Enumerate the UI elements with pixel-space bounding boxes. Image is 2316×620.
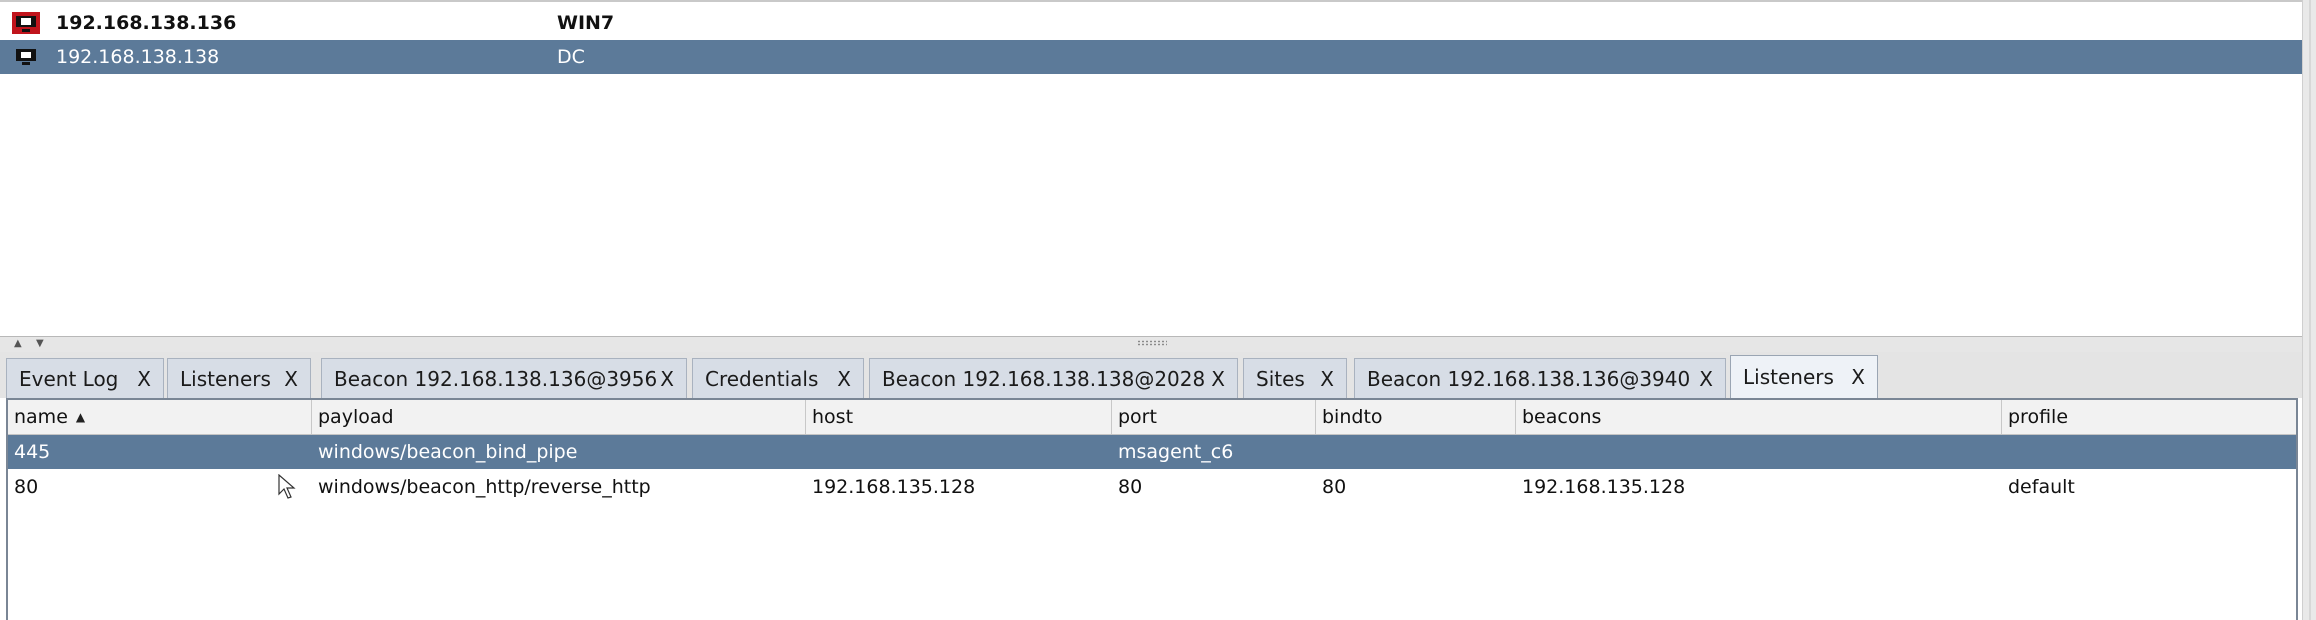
cell-host: [806, 435, 812, 469]
cell-port: 80: [1118, 476, 1143, 498]
column-header-payload[interactable]: payload: [312, 400, 806, 434]
table-header: name ▲ payload host port bindto beacons p…: [8, 400, 2296, 435]
table-row[interactable]: 445 windows/beacon_bind_pipe msagent_c6: [8, 435, 2296, 469]
tab-strip: Event Log X Listeners X Beacon 192.168.1…: [0, 352, 2302, 398]
cell-name: 445: [14, 441, 51, 463]
column-header-bindto[interactable]: bindto: [1316, 400, 1516, 434]
session-computer: WIN7: [557, 12, 615, 34]
cell-beacons: [1516, 435, 1522, 469]
cell-payload: windows/beacon_http/reverse_http: [318, 476, 651, 498]
vertical-scrollbar[interactable]: [2302, 0, 2316, 620]
sort-ascending-icon: ▲: [75, 410, 86, 424]
tab-label: Listeners: [1743, 365, 1834, 389]
tab-beacon[interactable]: Beacon 192.168.138.136@3940 X: [1354, 358, 1726, 398]
tab-close-button[interactable]: X: [1851, 365, 1865, 389]
tab-beacon[interactable]: Beacon 192.168.138.136@3956 X: [321, 358, 687, 398]
cell-bindto: [1316, 435, 1322, 469]
tab-event-log[interactable]: Event Log X: [6, 358, 164, 398]
cell-payload: windows/beacon_bind_pipe: [318, 441, 578, 463]
cell-profile: [2002, 435, 2008, 469]
tab-credentials[interactable]: Credentials X: [692, 358, 864, 398]
column-header-name[interactable]: name ▲: [8, 400, 312, 434]
tab-close-button[interactable]: X: [284, 367, 298, 391]
tab-close-button[interactable]: X: [137, 367, 151, 391]
cell-bindto: 80: [1322, 476, 1347, 498]
tab-label: Event Log: [19, 366, 119, 391]
cell-profile: default: [2008, 476, 2075, 498]
mouse-pointer-icon: [278, 474, 296, 499]
listeners-table: name ▲ payload host port bindto beacons p…: [6, 398, 2298, 620]
cobalt-strike-window: 192.168.138.136 WIN7 192.168.138.138 DC …: [0, 0, 2316, 620]
tab-listeners-active[interactable]: Listeners X: [1730, 355, 1878, 398]
sessions-table: 192.168.138.136 WIN7 192.168.138.138 DC: [0, 0, 2302, 338]
cell-port: msagent_c6: [1118, 441, 1234, 463]
session-ip: 192.168.138.136: [56, 12, 237, 34]
tab-label: Listeners: [180, 366, 271, 391]
session-ip: 192.168.138.138: [56, 46, 220, 68]
tab-label: Beacon 192.168.138.136@3956: [334, 366, 658, 391]
host-icon: [0, 46, 56, 68]
column-header-host[interactable]: host: [806, 400, 1112, 434]
tab-close-button[interactable]: X: [1211, 367, 1225, 391]
tab-close-button[interactable]: X: [1699, 367, 1713, 391]
cell-name: 80: [14, 476, 39, 498]
tab-label: Sites: [1256, 366, 1305, 391]
cell-host: 192.168.135.128: [812, 476, 976, 498]
divider-grip-icon[interactable]: [1137, 340, 1167, 346]
session-row[interactable]: 192.168.138.136 WIN7: [0, 6, 2302, 40]
session-row[interactable]: 192.168.138.138 DC: [0, 40, 2302, 74]
column-header-profile[interactable]: profile: [2002, 400, 2296, 434]
column-header-port[interactable]: port: [1112, 400, 1316, 434]
column-header-beacons[interactable]: beacons: [1516, 400, 2002, 434]
tab-label: Credentials: [705, 366, 819, 391]
session-computer: DC: [557, 46, 585, 68]
tab-close-button[interactable]: X: [837, 367, 851, 391]
expand-down-icon[interactable]: ▼: [36, 338, 44, 349]
table-row[interactable]: 80 windows/beacon_http/reverse_http 192.…: [8, 470, 2296, 504]
expand-up-icon[interactable]: ▲: [14, 338, 22, 349]
tab-label: Beacon 192.168.138.138@2028: [882, 366, 1206, 391]
tab-label: Beacon 192.168.138.136@3940: [1367, 366, 1691, 391]
tab-listeners[interactable]: Listeners X: [167, 358, 311, 398]
tab-close-button[interactable]: X: [1320, 367, 1334, 391]
tab-beacon[interactable]: Beacon 192.168.138.138@2028 X: [869, 358, 1238, 398]
cell-beacons: 192.168.135.128: [1522, 476, 1686, 498]
tab-close-button[interactable]: X: [660, 367, 674, 391]
compromised-host-icon: [0, 12, 56, 34]
tab-sites[interactable]: Sites X: [1243, 358, 1347, 398]
